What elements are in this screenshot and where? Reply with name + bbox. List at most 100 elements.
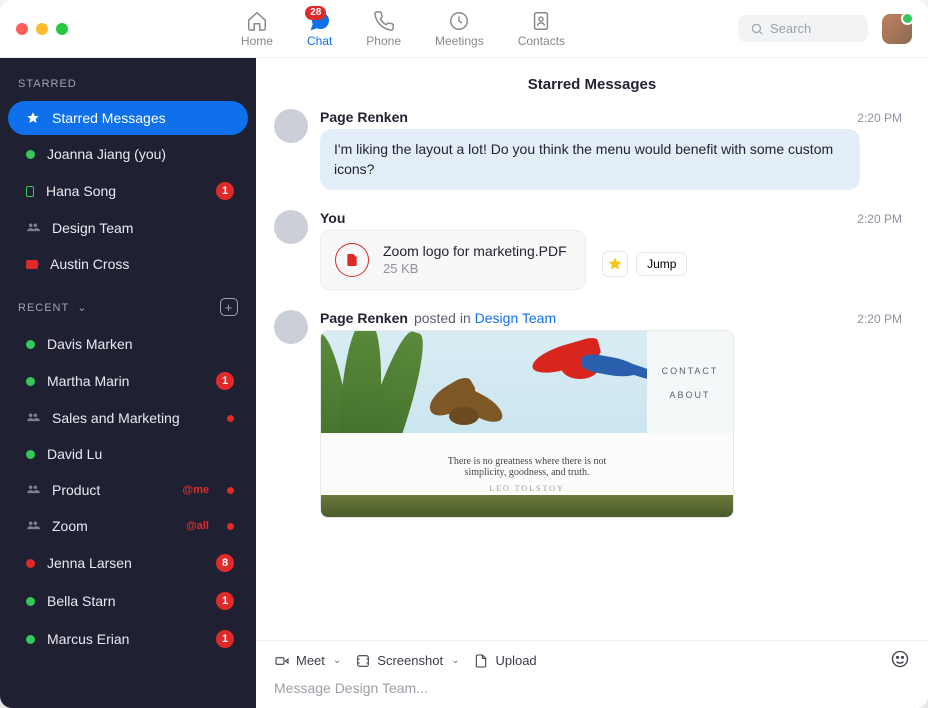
sidebar-item-label: Marcus Erian <box>47 631 204 647</box>
avatar[interactable] <box>274 109 308 143</box>
nav-meetings-label: Meetings <box>435 34 484 48</box>
chevron-down-icon: ⌄ <box>451 655 459 666</box>
sidebar-item-label: Sales and Marketing <box>52 410 215 426</box>
file-size: 25 KB <box>383 261 567 276</box>
body: STARRED Starred Messages Joanna Jiang (y… <box>0 58 928 708</box>
screenshot-button[interactable]: Screenshot ⌄ <box>355 653 459 669</box>
sidebar-item-davis[interactable]: Davis Marken <box>8 327 248 361</box>
nav-contacts[interactable]: Contacts <box>518 10 565 48</box>
add-button[interactable]: + <box>220 298 238 316</box>
sidebar-item-joanna[interactable]: Joanna Jiang (you) <box>8 137 248 171</box>
unread-badge: 1 <box>216 182 234 200</box>
message-author: Page Renken <box>320 310 408 326</box>
file-icon <box>473 653 489 669</box>
chevron-down-icon: ⌄ <box>73 302 87 314</box>
message-input[interactable]: Message Design Team... <box>274 680 910 696</box>
sidebar-item-martha[interactable]: Martha Marin 1 <box>8 363 248 399</box>
top-nav: Home 28 Chat Phone Meetings <box>241 10 565 48</box>
search-icon <box>750 22 764 36</box>
sidebar-item-starred-messages[interactable]: Starred Messages <box>8 101 248 135</box>
group-icon <box>26 410 40 426</box>
search-input[interactable]: Search <box>738 15 868 42</box>
presence-icon <box>26 450 35 459</box>
chat-badge: 28 <box>305 6 326 20</box>
emoji-button[interactable] <box>890 649 910 672</box>
file-attachment[interactable]: Zoom logo for marketing.PDF 25 KB <box>320 230 586 290</box>
sidebar-item-marcus[interactable]: Marcus Erian 1 <box>8 621 248 657</box>
sidebar-item-sales[interactable]: Sales and Marketing <box>8 401 248 435</box>
nav-chat[interactable]: 28 Chat <box>307 10 332 48</box>
message-list: Page Renken I'm liking the layout a lot!… <box>256 109 928 640</box>
home-icon <box>246 10 268 32</box>
presence-icon <box>26 340 35 349</box>
nav-home-label: Home <box>241 34 273 48</box>
mention-tag: @all <box>186 520 209 532</box>
unread-badge: 1 <box>216 630 234 648</box>
phone-icon <box>373 10 395 32</box>
sidebar-item-label: Bella Starn <box>47 593 204 609</box>
sidebar-item-label: Design Team <box>52 220 234 236</box>
sidebar-item-label: Austin Cross <box>50 256 234 272</box>
presence-icon <box>26 597 35 606</box>
preview-quote: There is no greatness where there is not… <box>321 433 733 517</box>
nav-meetings[interactable]: Meetings <box>435 10 484 48</box>
window-minimize-icon[interactable] <box>36 23 48 35</box>
sidebar-item-label: Davis Marken <box>47 336 234 352</box>
unread-dot <box>227 523 234 530</box>
mention-tag: @me <box>182 484 209 496</box>
sidebar-item-austin[interactable]: Austin Cross <box>8 247 248 281</box>
message: You Zoom logo for marketing.PDF 25 KB <box>274 210 902 290</box>
message: Page Renken I'm liking the layout a lot!… <box>274 109 902 190</box>
unread-badge: 1 <box>216 372 234 390</box>
sidebar-item-david[interactable]: David Lu <box>8 437 248 471</box>
sidebar-item-zoom[interactable]: Zoom @all <box>8 509 248 543</box>
presence-icon <box>26 377 35 386</box>
message-text: I'm liking the layout a lot! Do you thin… <box>320 129 860 190</box>
page-title: Starred Messages <box>256 58 928 109</box>
message: Page Renken posted in Design Team CONTAC… <box>274 310 902 518</box>
unread-badge: 8 <box>216 554 234 572</box>
unread-badge: 1 <box>216 592 234 610</box>
self-avatar[interactable] <box>882 14 912 44</box>
sidebar-item-hana[interactable]: Hana Song 1 <box>8 173 248 209</box>
channel-link[interactable]: Design Team <box>475 310 556 326</box>
avatar[interactable] <box>274 210 308 244</box>
preview-sidebar: CONTACT ABOUT <box>647 331 733 435</box>
sidebar-item-jenna[interactable]: Jenna Larsen 8 <box>8 545 248 581</box>
contacts-icon <box>530 10 552 32</box>
presence-icon <box>26 635 35 644</box>
nav-phone[interactable]: Phone <box>366 10 401 48</box>
group-icon <box>26 518 40 534</box>
group-icon <box>26 482 40 498</box>
meet-button[interactable]: Meet ⌄ <box>274 653 341 669</box>
sidebar-item-design-team[interactable]: Design Team <box>8 211 248 245</box>
window-zoom-icon[interactable] <box>56 23 68 35</box>
window-traffic-lights <box>16 23 68 35</box>
nav-home[interactable]: Home <box>241 10 273 48</box>
sidebar-item-bella[interactable]: Bella Starn 1 <box>8 583 248 619</box>
titlebar: Home 28 Chat Phone Meetings <box>0 0 928 58</box>
nav-chat-label: Chat <box>307 34 332 48</box>
video-icon <box>274 653 290 669</box>
main-panel: Starred Messages Page Renken I'm liking … <box>256 58 928 708</box>
jump-button[interactable]: Jump <box>636 252 687 276</box>
avatar[interactable] <box>274 310 308 344</box>
nav-phone-label: Phone <box>366 34 401 48</box>
group-icon <box>26 220 40 236</box>
sidebar-item-product[interactable]: Product @me <box>8 473 248 507</box>
sidebar-item-label: Martha Marin <box>47 373 204 389</box>
nav-contacts-label: Contacts <box>518 34 565 48</box>
window-close-icon[interactable] <box>16 23 28 35</box>
unread-dot <box>227 487 234 494</box>
message-time: 2:20 PM <box>857 312 902 326</box>
message-author: Page Renken <box>320 109 408 125</box>
sidebar-heading-starred: STARRED <box>0 72 256 100</box>
image-preview[interactable]: CONTACT ABOUT There is no greatness wher… <box>320 330 734 518</box>
sidebar-item-label: Jenna Larsen <box>47 555 204 571</box>
star-button[interactable] <box>602 251 628 277</box>
sidebar-heading-recent[interactable]: RECENT ⌄ + <box>0 292 256 326</box>
video-presence-icon <box>26 260 38 269</box>
composer: Meet ⌄ Screenshot ⌄ Upload <box>256 640 928 708</box>
sidebar-item-label: David Lu <box>47 446 234 462</box>
upload-button[interactable]: Upload <box>473 653 536 669</box>
